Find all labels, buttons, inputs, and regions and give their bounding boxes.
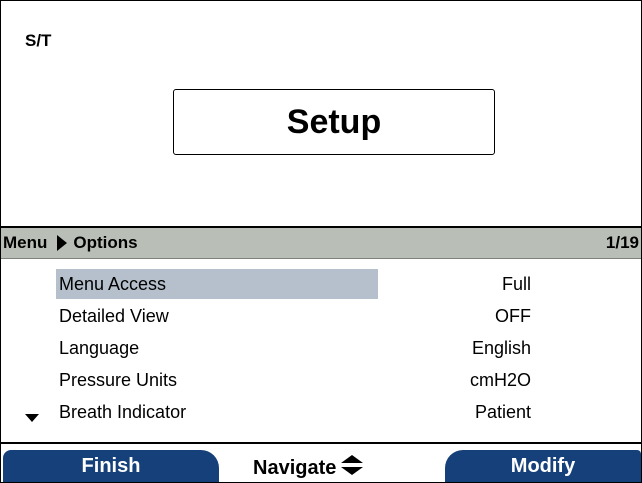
therapy-mode-label: S/T	[25, 31, 52, 50]
device-screen: S/T Setup Menu Options 1/19 Menu Access …	[0, 0, 642, 483]
menu-item-value: Patient	[474, 402, 531, 422]
menu-item-language[interactable]: Language English	[1, 331, 641, 363]
page-title-box: Setup	[173, 89, 495, 155]
navigate-label: Navigate	[253, 456, 337, 479]
finish-button[interactable]: Finish	[3, 450, 219, 482]
up-down-arrow-icon	[340, 454, 364, 482]
navigate-hint[interactable]: Navigate	[253, 454, 364, 482]
breadcrumb-root: Menu	[3, 233, 48, 252]
menu-item-value: English	[471, 338, 531, 358]
menu-item-pressure-units[interactable]: Pressure Units cmH2O	[1, 363, 641, 395]
triangle-right-icon	[57, 235, 68, 251]
menu-item-label: Pressure Units	[59, 370, 178, 390]
menu-item-value: OFF	[495, 306, 531, 326]
menu-item-label: Detailed View	[59, 306, 169, 326]
triangle-down-icon	[25, 414, 39, 422]
breadcrumb-current: Options	[73, 233, 138, 252]
menu-item-breath-indicator[interactable]: Breath Indicator Patient	[1, 395, 641, 427]
softkey-bar: Finish Navigate Modify	[1, 444, 641, 482]
menu-item-value: cmH2O	[469, 370, 531, 390]
modify-button[interactable]: Modify	[445, 450, 641, 482]
page-title: Setup	[286, 102, 382, 141]
menu-item-label: Menu Access	[59, 274, 167, 294]
menu-item-label: Language	[59, 338, 140, 358]
menu-item-menu-access[interactable]: Menu Access Full	[1, 267, 641, 299]
menu-item-label: Breath Indicator	[59, 402, 187, 422]
options-list: Menu Access Full Detailed View OFF Langu…	[1, 267, 641, 427]
menu-item-value: Full	[501, 274, 531, 294]
page-indicator: 1/19	[605, 233, 639, 252]
breadcrumb: Menu Options 1/19	[1, 228, 641, 259]
menu-item-detailed-view[interactable]: Detailed View OFF	[1, 299, 641, 331]
